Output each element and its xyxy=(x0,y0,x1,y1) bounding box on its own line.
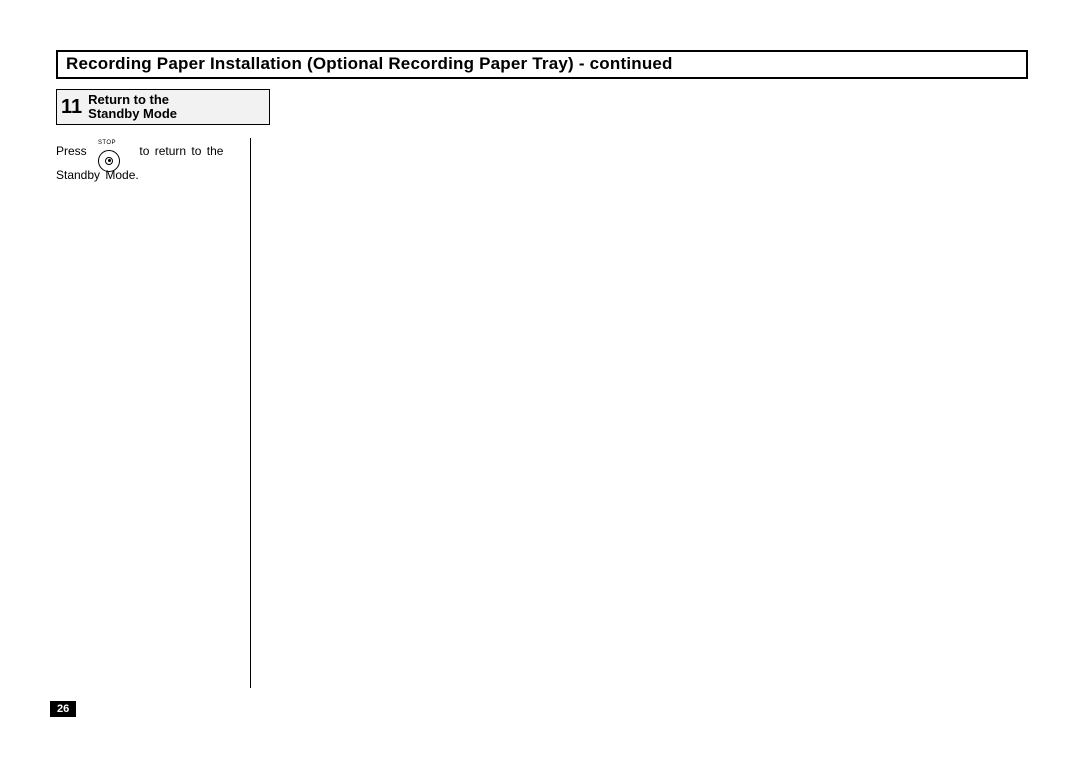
stop-circle-icon xyxy=(98,150,120,172)
section-title: Recording Paper Installation (Optional R… xyxy=(66,54,673,73)
step-title-line2: Standby Mode xyxy=(88,106,177,121)
page-number: 26 xyxy=(50,701,76,717)
section-title-bar: Recording Paper Installation (Optional R… xyxy=(56,50,1028,79)
step-instruction-column: Press STOP to return to the Standby Mode… xyxy=(56,140,246,186)
return-text: to return to the xyxy=(139,144,223,158)
stop-inner-icon xyxy=(105,157,113,165)
step-title-line1: Return to the xyxy=(88,92,169,107)
stop-dot-icon xyxy=(108,159,111,162)
manual-page: Recording Paper Installation (Optional R… xyxy=(0,0,1080,763)
press-word: Press xyxy=(56,144,87,158)
column-divider xyxy=(250,138,251,688)
step-number: 11 xyxy=(61,97,82,117)
step-box: 11 Return to the Standby Mode xyxy=(56,89,270,125)
step-title: Return to the Standby Mode xyxy=(88,93,177,121)
stop-label: STOP xyxy=(98,140,128,146)
stop-button-icon: STOP xyxy=(98,140,128,170)
instruction-text: Press STOP to return to the Standby Mode… xyxy=(56,140,246,186)
